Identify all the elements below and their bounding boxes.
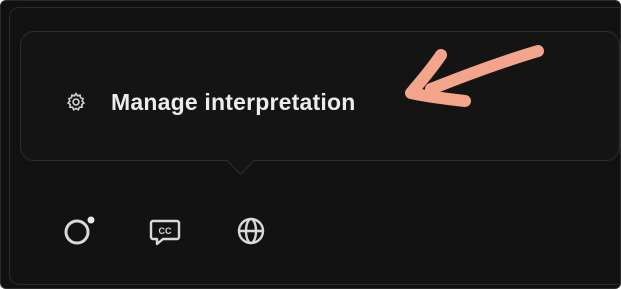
language-button[interactable]	[231, 211, 271, 251]
closed-captions-icon: CC	[149, 219, 181, 246]
record-status-icon	[64, 216, 95, 245]
status-button[interactable]	[59, 211, 99, 251]
captions-button[interactable]: CC	[145, 211, 185, 251]
manage-interpretation-menu-item[interactable]: Manage interpretation	[65, 83, 355, 121]
globe-icon	[237, 217, 265, 245]
svg-text:CC: CC	[159, 226, 172, 236]
menu-item-label: Manage interpretation	[111, 88, 356, 115]
arrow-pointer-icon	[405, 45, 544, 107]
gear-icon	[65, 91, 87, 113]
window-frame: Manage interpretation CC	[0, 0, 621, 289]
